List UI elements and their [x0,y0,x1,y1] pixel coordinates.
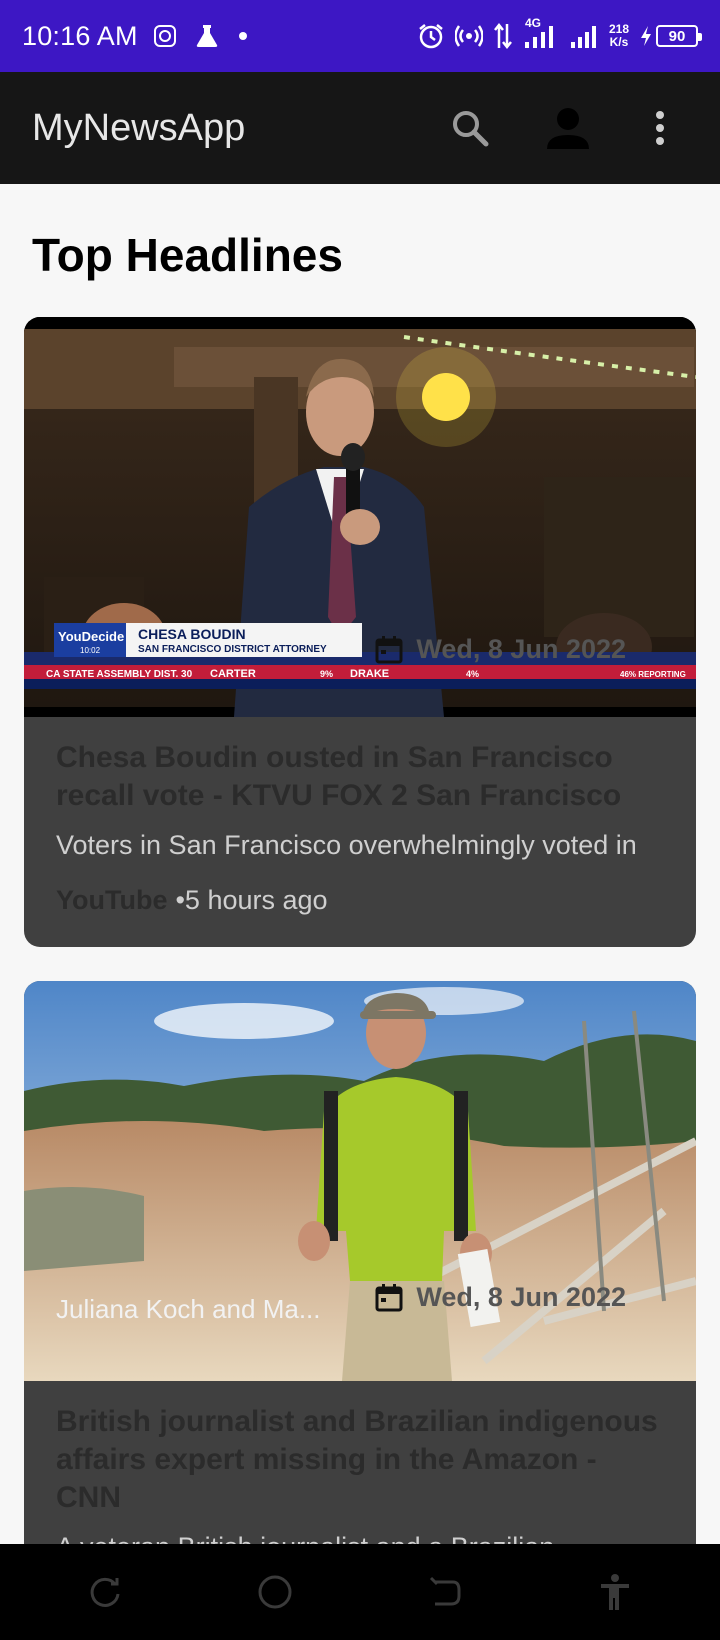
battery-indicator: 90 [639,25,702,47]
account-icon [547,108,589,149]
app-notification-icon [153,25,176,47]
article-image: YouDecide 10:02 CHESA BOUDIN SAN FRANCIS… [24,317,696,717]
status-time: 10:16 AM [22,20,138,51]
accessibility-icon [601,1574,629,1610]
overflow-menu-button[interactable] [632,100,688,156]
article-date-text: Wed, 8 Jun 2022 [416,634,626,664]
ticker-reporting: 46% REPORTING [620,670,686,679]
signal-4g-icon: 4G [523,16,559,50]
charging-icon [641,26,651,46]
search-button[interactable] [442,100,498,156]
article-card[interactable]: Juliana Koch and Ma... Wed, 8 Jun 2022 B… [24,981,696,1544]
article-date: Wed, 8 Jun 2022 [374,1282,626,1313]
account-button[interactable] [540,100,596,156]
data-transfer-icon [493,22,513,50]
ticker-candidate-2: DRAKE [350,668,389,680]
article-card[interactable]: YouDecide 10:02 CHESA BOUDIN SAN FRANCIS… [24,317,696,947]
lower-third-name: CHESA BOUDIN [138,626,246,642]
ticker-candidate-1: CARTER [210,668,256,680]
lower-third-brand: YouDecide [58,629,124,644]
alarm-icon [417,22,445,50]
hotspot-icon [454,22,483,50]
app-bar: MyNewsApp [0,72,720,184]
article-meta: YouTube •5 hours ago [56,885,664,916]
network-type: 4G [524,16,541,30]
section-title: Top Headlines [32,229,343,281]
article-title[interactable]: Chesa Boudin ousted in San Francisco rec… [56,739,664,815]
article-author: Juliana Koch and Ma... [56,1294,321,1324]
ticker-pct-2: 4% [466,669,479,679]
home-circle-icon [258,1575,292,1609]
home-button[interactable] [245,1562,305,1622]
more-vert-icon [656,111,664,145]
accessibility-button[interactable] [585,1562,645,1622]
lower-third-role: SAN FRANCISCO DISTRICT ATTORNEY [138,644,327,655]
ticker-pct-1: 9% [320,669,333,679]
status-bar: 10:16 AM 4G 218 K/s 90 [0,0,720,72]
flask-icon [194,23,220,49]
article-description: A veteran British journalist and a Brazi… [56,1529,664,1544]
article-source: YouTube [56,885,168,915]
article-image: Juliana Koch and Ma... Wed, 8 Jun 2022 [24,981,696,1381]
lower-third-time: 10:02 [80,646,101,655]
article-date-text: Wed, 8 Jun 2022 [416,1282,626,1312]
article-description: Voters in San Francisco overwhelmingly v… [56,830,637,860]
calendar-icon [375,635,403,663]
search-icon [453,111,489,147]
article-title[interactable]: British journalist and Brazilian indigen… [56,1403,664,1517]
battery-level: 90 [656,25,702,47]
app-title: MyNewsApp [32,106,246,149]
system-navigation-bar [0,1544,720,1640]
back-button[interactable] [415,1562,475,1622]
dot-icon [238,31,248,41]
calendar-icon [375,1283,403,1311]
recent-apps-icon [90,1577,120,1607]
network-speed: 218 K/s [609,23,629,49]
recent-apps-button[interactable] [75,1562,135,1622]
speed-unit: K/s [609,35,629,49]
headlines-list[interactable]: Top Headlines YouDecide 10:02 CHESA BOUD… [0,184,720,1544]
ticker-race: CA STATE ASSEMBLY DIST. 30 [46,669,193,680]
article-time-ago: •5 hours ago [175,885,328,915]
back-icon [429,1576,461,1606]
article-date: Wed, 8 Jun 2022 [374,634,626,665]
signal-icon [569,22,599,50]
